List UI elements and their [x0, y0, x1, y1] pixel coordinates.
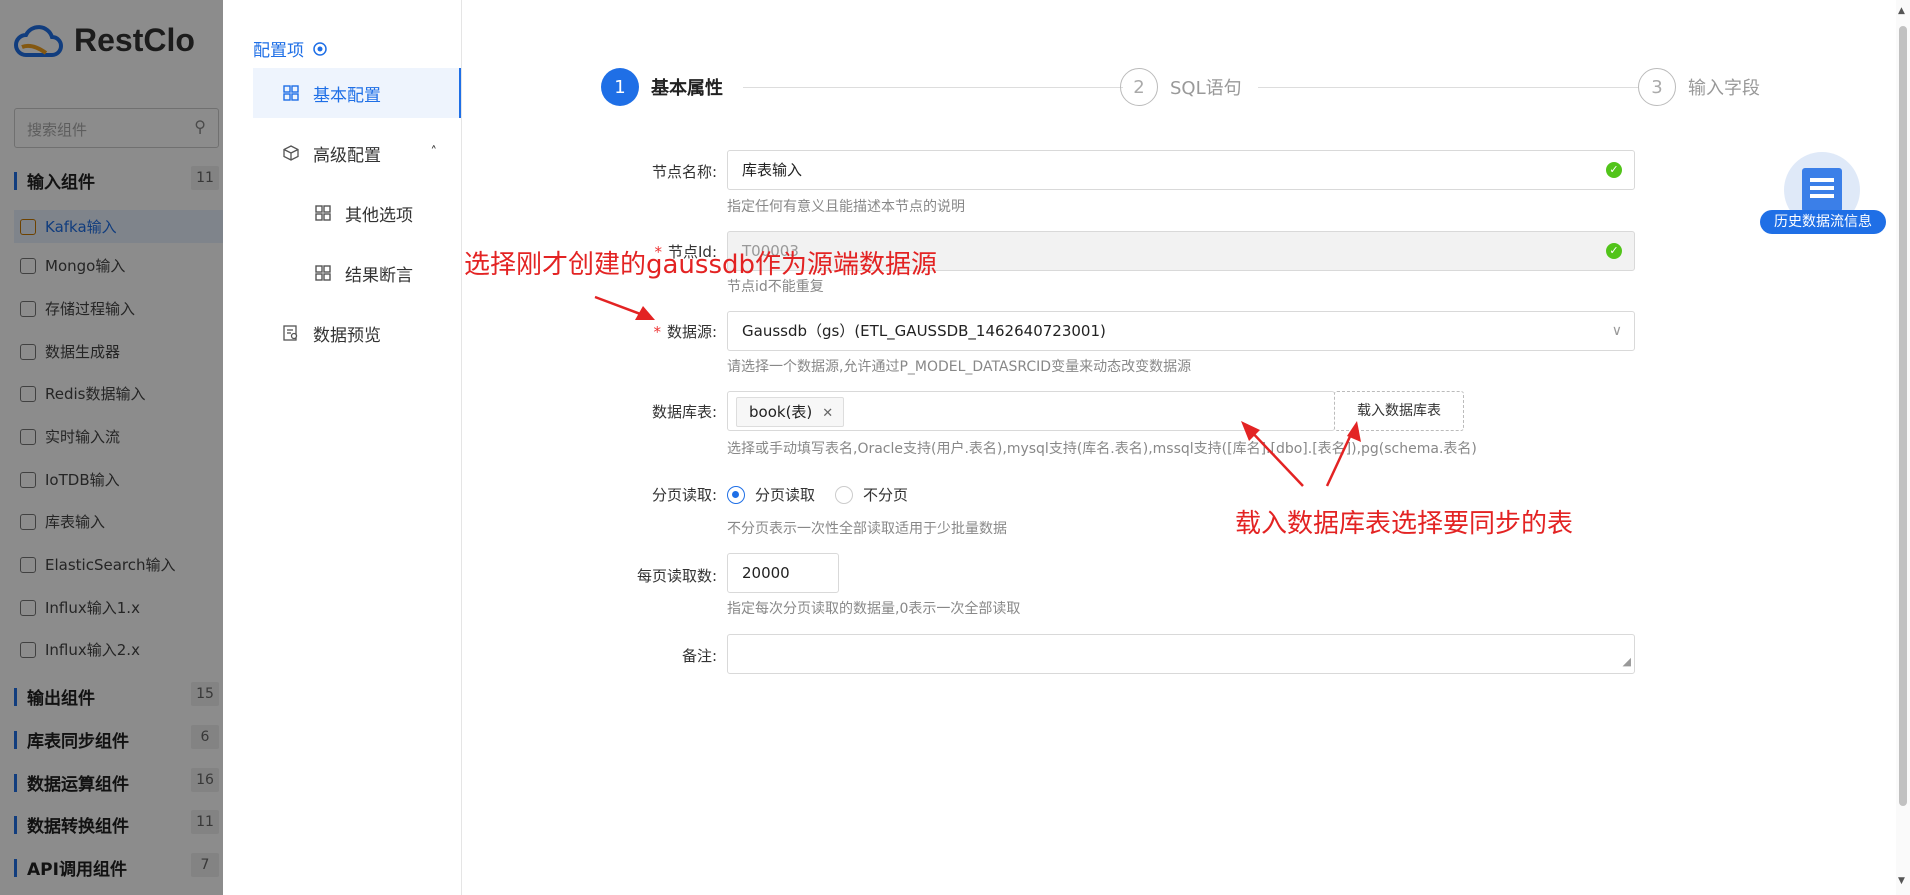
- page-size-label: 每页读取数:: [517, 565, 717, 586]
- node-name-input[interactable]: 库表输入 ✓: [727, 150, 1635, 190]
- grid-icon: [315, 205, 331, 221]
- step-label: 输入字段: [1688, 78, 1760, 99]
- node-name-label: 节点名称:: [517, 161, 717, 182]
- arrow-icon: [594, 295, 655, 320]
- menu-item-result-assert[interactable]: 结果断言: [253, 248, 461, 298]
- step-basic-properties[interactable]: 1 基本属性: [601, 68, 723, 106]
- page-size-input[interactable]: 20000: [727, 553, 839, 593]
- step-number: 3: [1638, 68, 1676, 106]
- drawer-mask[interactable]: [0, 0, 225, 895]
- datasource-select[interactable]: Gaussdb（gs）(ETL_GAUSSDB_1462640723001) ∨: [727, 311, 1635, 351]
- check-circle-icon: ✓: [1606, 162, 1622, 178]
- radio-label: 分页读取: [755, 486, 816, 504]
- cube-icon: [283, 145, 299, 161]
- tag-label: book(表): [749, 403, 813, 421]
- step-label: 基本属性: [651, 78, 723, 99]
- node-name-hint: 指定任何有意义且能描述本节点的说明: [727, 199, 965, 215]
- label-text: 每页读取数:: [636, 567, 717, 585]
- grid-icon: [315, 265, 331, 281]
- chevron-up-icon: ˄: [430, 145, 438, 160]
- menu-label: 基本配置: [313, 85, 381, 106]
- chevron-down-icon: ∨: [1611, 323, 1622, 339]
- check-circle-icon: ✓: [1606, 243, 1622, 259]
- table-hint: 选择或手动填写表名,Oracle支持(用户.表名),mysql支持(库名.表名)…: [727, 441, 1477, 457]
- radio-checked-icon: [727, 485, 745, 504]
- menu-label: 结果断言: [345, 265, 413, 286]
- vertical-scrollbar[interactable]: ▲ ▼: [1896, 0, 1910, 895]
- menu-item-advanced-config[interactable]: 高级配置 ˄: [253, 128, 461, 178]
- menu-item-other-options[interactable]: 其他选项: [253, 188, 461, 238]
- step-sql[interactable]: 2 SQL语句: [1120, 68, 1242, 106]
- document-icon: [1802, 168, 1842, 212]
- label-text: 分页读取:: [651, 486, 717, 504]
- menu-label: 数据预览: [313, 325, 381, 346]
- resize-handle-icon[interactable]: ◢: [1623, 643, 1631, 681]
- paging-hint: 不分页表示一次性全部读取适用于少批量数据: [727, 521, 1007, 537]
- close-icon[interactable]: ✕: [822, 406, 833, 421]
- menu-label: 高级配置: [313, 145, 381, 166]
- config-drawer: 配置项 基本配置 高级配置 ˄ 其他选项 结果断言 数据预览 1 基本属性 2 …: [223, 0, 1910, 895]
- radio-unchecked-icon: [835, 485, 853, 504]
- paging-radio-off[interactable]: 不分页: [835, 484, 908, 505]
- step-connector: [743, 87, 1123, 88]
- step-connector: [1258, 87, 1638, 88]
- step-number: 1: [601, 68, 639, 106]
- label-text: 备注:: [681, 647, 717, 665]
- step-input-fields[interactable]: 3 输入字段: [1638, 68, 1760, 106]
- menu-title-text: 配置项: [253, 41, 304, 61]
- load-tables-button[interactable]: 载入数据库表: [1334, 391, 1464, 431]
- history-dataflow-button[interactable]: 历史数据流信息: [1760, 152, 1886, 236]
- paging-radio-on[interactable]: 分页读取: [727, 484, 815, 505]
- datasource-label: * 数据源:: [517, 321, 717, 342]
- menu-title: 配置项: [253, 36, 328, 61]
- scrollbar-thumb[interactable]: [1899, 26, 1907, 806]
- scroll-up-icon[interactable]: ▲: [1898, 6, 1905, 16]
- annotation-datasource: 选择刚才创建的gaussdb作为源端数据源: [464, 250, 938, 280]
- label-text: 数据源:: [666, 323, 717, 341]
- table-label: 数据库表:: [517, 401, 717, 422]
- table-multiselect[interactable]: book(表) ✕: [727, 391, 1335, 431]
- menu-item-data-preview[interactable]: 数据预览: [253, 308, 461, 358]
- preview-icon: [283, 325, 298, 341]
- history-label: 历史数据流信息: [1760, 210, 1886, 234]
- label-text: 节点名称:: [651, 163, 717, 181]
- datasource-hint: 请选择一个数据源,允许通过P_MODEL_DATASRCID变量来动态改变数据源: [727, 359, 1192, 375]
- grid-icon: [283, 85, 299, 101]
- label-text: 数据库表:: [651, 403, 717, 421]
- input-value: 20000: [742, 564, 790, 582]
- table-tag[interactable]: book(表) ✕: [736, 397, 845, 427]
- remark-textarea[interactable]: ◢: [727, 634, 1635, 674]
- step-number: 2: [1120, 68, 1158, 106]
- select-value: Gaussdb（gs）(ETL_GAUSSDB_1462640723001): [742, 322, 1106, 340]
- input-value: 库表输入: [742, 161, 803, 179]
- annotation-table: 载入数据库表选择要同步的表: [1235, 509, 1574, 539]
- scroll-down-icon[interactable]: ▼: [1898, 876, 1905, 886]
- radio-label: 不分页: [863, 486, 909, 504]
- target-icon: [313, 41, 327, 56]
- config-menu: 配置项 基本配置 高级配置 ˄ 其他选项 结果断言 数据预览: [223, 0, 462, 895]
- paging-label: 分页读取:: [517, 484, 717, 505]
- required-mark: *: [653, 323, 661, 341]
- menu-item-basic-config[interactable]: 基本配置: [253, 68, 461, 118]
- remark-label: 备注:: [517, 645, 717, 666]
- menu-label: 其他选项: [345, 205, 413, 226]
- page-size-hint: 指定每次分页读取的数据量,0表示一次全部读取: [727, 601, 1021, 617]
- step-label: SQL语句: [1170, 78, 1242, 99]
